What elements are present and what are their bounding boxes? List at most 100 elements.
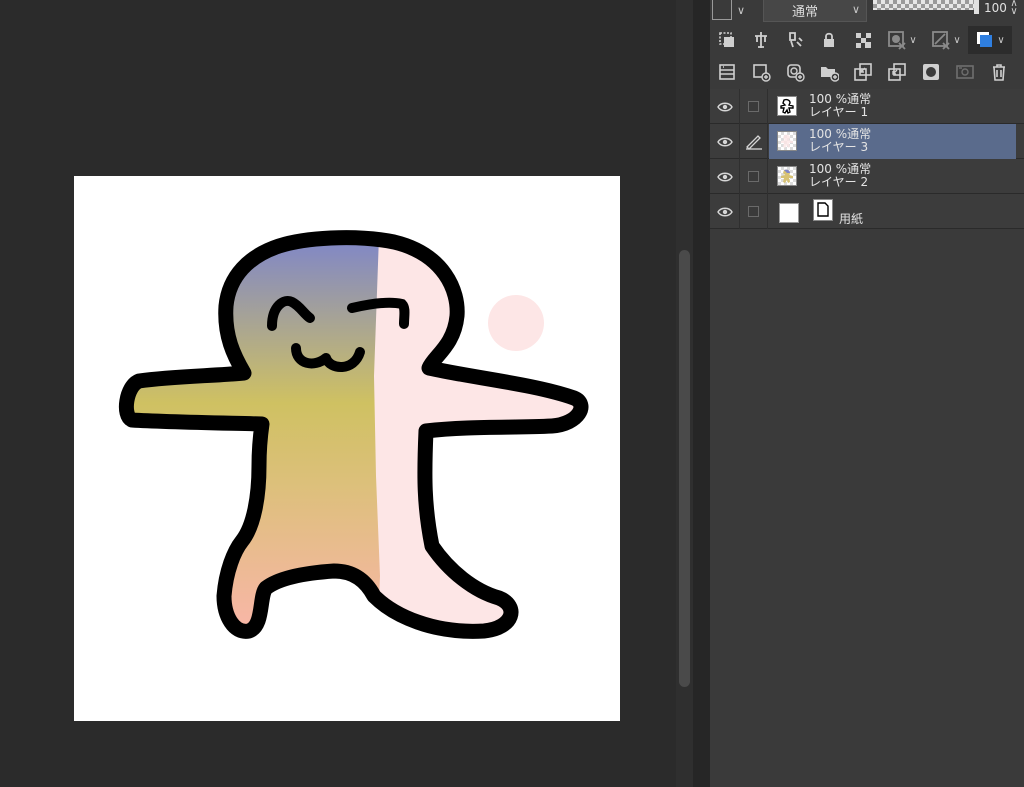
layer-blend-mode: 通常 bbox=[847, 162, 872, 176]
drawing-canvas[interactable] bbox=[74, 176, 620, 721]
eye-icon bbox=[716, 172, 733, 181]
eye-icon bbox=[716, 207, 733, 216]
transfer-to-lower-layer-button[interactable] bbox=[846, 58, 880, 86]
layer-flag-cell[interactable] bbox=[740, 159, 768, 194]
chevron-down-icon[interactable]: ∨ bbox=[1008, 7, 1020, 17]
paper-layer-row[interactable]: 用紙 bbox=[710, 194, 1024, 229]
layer-opacity: 100 % bbox=[809, 127, 848, 141]
layer-select-checkbox[interactable] bbox=[748, 101, 759, 112]
layer-property-bar: ∨ 通常 ∨ 100 ∧ ∨ bbox=[710, 0, 1024, 22]
create-layer-mask-button[interactable] bbox=[948, 58, 982, 86]
app-window: ∨ 通常 ∨ 100 ∧ ∨ ∨ ∨ ∨ 100 %通常 レイヤー 1 100 … bbox=[0, 0, 1024, 787]
ruler-visibility-icon bbox=[932, 31, 950, 50]
layer-name: レイヤー 3 bbox=[809, 140, 869, 154]
clip-to-lower-layer-button[interactable] bbox=[710, 26, 744, 54]
delete-layer-button[interactable] bbox=[982, 58, 1016, 86]
layer-labels: 100 %通常 レイヤー 1 bbox=[809, 93, 871, 119]
opacity-value[interactable]: 100 bbox=[984, 0, 1007, 16]
layer-name: レイヤー 2 bbox=[809, 175, 869, 189]
chevron-down-icon: ∨ bbox=[851, 3, 860, 16]
layer-name: 用紙 bbox=[839, 212, 864, 226]
delete-layer-icon bbox=[993, 64, 1005, 81]
layer-list: 100 %通常 レイヤー 1 100 %通常 レイヤー 3 100 %通常 レイ… bbox=[710, 89, 1024, 229]
layer-select-checkbox[interactable] bbox=[748, 206, 759, 217]
lock-transparent-pixels-icon bbox=[856, 33, 871, 48]
scrollbar-thumb[interactable] bbox=[679, 250, 690, 687]
layer-select-checkbox[interactable] bbox=[748, 171, 759, 182]
layer-flag-cell[interactable] bbox=[740, 194, 768, 229]
visibility-toggle[interactable] bbox=[710, 159, 740, 194]
layer-opacity: 100 % bbox=[809, 162, 848, 176]
new-vector-layer-icon bbox=[787, 64, 805, 82]
color-swatch bbox=[712, 0, 732, 20]
visibility-toggle[interactable] bbox=[710, 89, 740, 124]
layer-panel: ∨ 通常 ∨ 100 ∧ ∨ ∨ ∨ ∨ 100 %通常 レイヤー 1 100 … bbox=[710, 0, 1024, 787]
layer-toolbar-top: ∨ ∨ ∨ bbox=[710, 26, 1024, 54]
blend-mode-select[interactable]: 通常 ∨ bbox=[763, 0, 867, 22]
layer-thumbnail bbox=[777, 96, 797, 116]
layer-info[interactable]: 100 %通常 レイヤー 1 bbox=[769, 89, 1016, 124]
layer-row[interactable]: 100 %通常 レイヤー 3 bbox=[710, 124, 1024, 159]
new-vector-layer-button[interactable] bbox=[778, 58, 812, 86]
layer-blend-mode: 通常 bbox=[847, 92, 872, 106]
new-folder-button[interactable] bbox=[812, 58, 846, 86]
clip-to-lower-layer-icon bbox=[719, 32, 734, 47]
layer-name: レイヤー 1 bbox=[809, 105, 869, 119]
canvas-workspace[interactable] bbox=[0, 0, 676, 787]
layer-color-button[interactable]: ∨ bbox=[968, 26, 1012, 54]
paper-icon bbox=[813, 199, 833, 221]
blend-mode-value: 通常 bbox=[792, 5, 819, 20]
chevron-down-icon: ∨ bbox=[953, 34, 961, 46]
lock-layer-button[interactable] bbox=[812, 26, 846, 54]
eye-icon bbox=[716, 137, 733, 146]
layer-blend-mode: 通常 bbox=[847, 127, 872, 141]
reference-layer-icon bbox=[755, 32, 767, 48]
opacity-slider-handle[interactable] bbox=[974, 0, 979, 14]
transfer-to-lower-layer-icon bbox=[854, 63, 872, 81]
layer-info[interactable]: 100 %通常 レイヤー 2 bbox=[769, 159, 1016, 194]
layer-toolbar-bottom bbox=[710, 58, 1024, 86]
layer-row[interactable]: 100 %通常 レイヤー 2 bbox=[710, 159, 1024, 194]
pencil-icon bbox=[745, 134, 762, 150]
create-layer-mask-icon bbox=[956, 65, 974, 79]
pink-dot bbox=[488, 295, 544, 351]
apply-mask-icon bbox=[923, 64, 939, 80]
mask-enable-dropdown[interactable]: ∨ bbox=[880, 26, 924, 54]
new-raster-layer-button[interactable] bbox=[744, 58, 778, 86]
new-raster-layer-icon bbox=[753, 64, 771, 82]
canvas-vertical-scrollbar[interactable] bbox=[676, 0, 693, 787]
mask-enable-icon bbox=[888, 31, 906, 50]
panel-divider bbox=[693, 0, 710, 787]
combine-with-layer-below-button[interactable] bbox=[880, 58, 914, 86]
draft-layer-button[interactable] bbox=[778, 26, 812, 54]
layer-color-icon bbox=[977, 32, 993, 47]
reference-layer-button[interactable] bbox=[744, 26, 778, 54]
layer-color-dropdown[interactable]: ∨ bbox=[712, 0, 760, 20]
layer-thumbnail bbox=[777, 166, 797, 186]
lock-transparent-pixels-button[interactable] bbox=[846, 26, 880, 54]
layer-flag-cell[interactable] bbox=[740, 89, 768, 124]
layer-info[interactable]: 用紙 bbox=[769, 194, 1016, 229]
layer-opacity: 100 % bbox=[809, 92, 848, 106]
apply-mask-button[interactable] bbox=[914, 58, 948, 86]
chevron-down-icon: ∨ bbox=[997, 34, 1005, 46]
layer-properties-icon bbox=[719, 64, 735, 80]
layer-row[interactable]: 100 %通常 レイヤー 1 bbox=[710, 89, 1024, 124]
ruler-visibility-dropdown[interactable]: ∨ bbox=[924, 26, 968, 54]
opacity-stepper[interactable]: ∧ ∨ bbox=[1008, 0, 1020, 17]
paper-thumbnail bbox=[779, 203, 799, 223]
chevron-down-icon: ∨ bbox=[909, 34, 917, 46]
layer-list-empty-area[interactable] bbox=[710, 232, 1024, 787]
character-drawing bbox=[118, 230, 589, 639]
new-folder-icon bbox=[821, 67, 839, 82]
chevron-down-icon: ∨ bbox=[737, 3, 746, 17]
layer-info[interactable]: 100 %通常 レイヤー 3 bbox=[769, 124, 1016, 159]
opacity-slider[interactable] bbox=[873, 0, 977, 10]
draft-layer-icon bbox=[789, 32, 803, 48]
eye-icon bbox=[716, 102, 733, 111]
layer-properties-button[interactable] bbox=[710, 58, 744, 86]
layer-labels: 100 %通常 レイヤー 3 bbox=[809, 128, 871, 154]
layer-flag-cell[interactable] bbox=[740, 124, 768, 159]
visibility-toggle[interactable] bbox=[710, 124, 740, 159]
visibility-toggle[interactable] bbox=[710, 194, 740, 229]
